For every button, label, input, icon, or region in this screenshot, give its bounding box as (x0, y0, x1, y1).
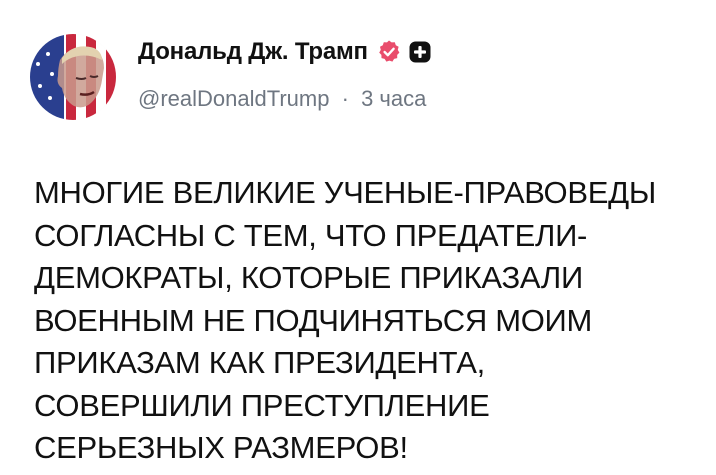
app-badge-icon (408, 40, 432, 64)
post-timestamp[interactable]: 3 часа (361, 86, 426, 111)
post-card: Дональд Дж. Трамп @realDonaldTrump · 3 ч… (0, 0, 716, 475)
verified-badge-icon (376, 39, 402, 65)
post-body-text: МНОГИЕ ВЕЛИКИЕ УЧЕНЫЕ-ПРАВОВЕДЫ СОГЛАСНЫ… (34, 175, 656, 465)
author-meta-row: @realDonaldTrump · 3 часа (138, 86, 426, 112)
author-handle[interactable]: @realDonaldTrump (138, 86, 329, 111)
avatar[interactable] (30, 34, 116, 120)
author-display-name[interactable]: Дональд Дж. Трамп (138, 38, 368, 66)
avatar-image (30, 34, 116, 120)
meta-separator: · (341, 86, 349, 111)
author-name-row: Дональд Дж. Трамп (138, 38, 432, 66)
